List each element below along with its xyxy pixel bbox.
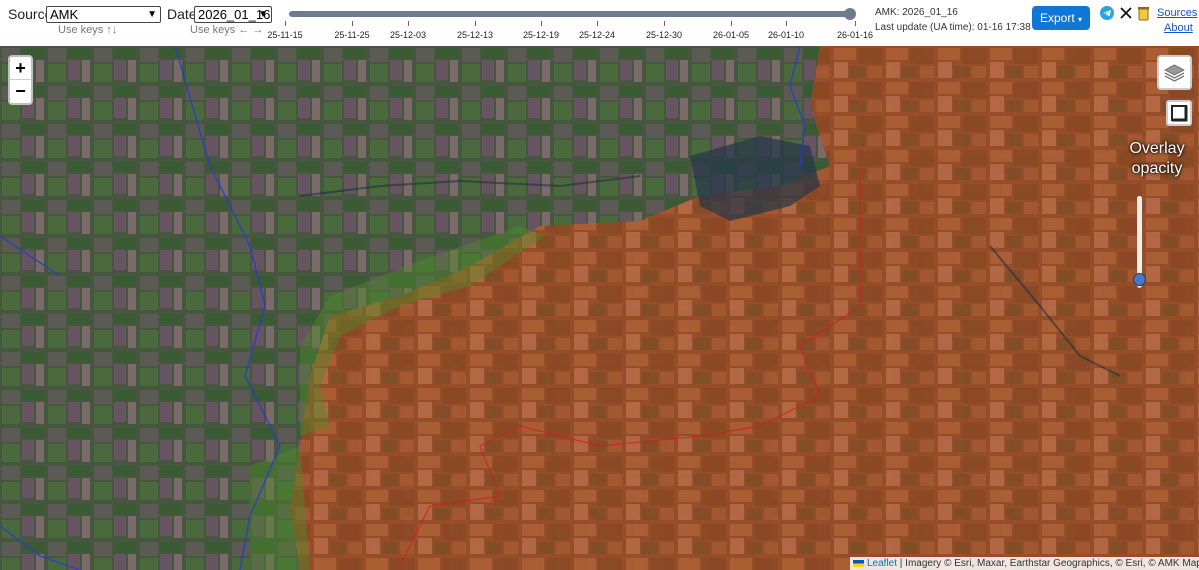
frame-toggle-button[interactable] [1166,100,1192,126]
timeline-tick [285,21,286,26]
overlay-opacity-handle[interactable] [1133,273,1146,286]
timeline-tick [352,21,353,26]
timeline-tick-label[interactable]: 25-11-25 [334,30,369,40]
telegram-icon[interactable] [1100,6,1114,20]
timeline-tick [408,21,409,26]
timeline-tick [541,21,542,26]
sources-link[interactable]: Sources [1157,7,1197,19]
map-imagery [0,46,1199,570]
timeline-tick-label[interactable]: 25-12-24 [579,30,615,40]
overlay-opacity-label: Overlay opacity [1129,140,1185,177]
source-info: AMK: 2026_01_16 [875,7,958,18]
chevron-down-icon: ▼ [147,9,157,20]
zoom-in-button[interactable]: + [10,57,31,80]
timeline-tick [731,21,732,26]
leaflet-link[interactable]: Leaflet [867,558,897,569]
timeline-tick-label[interactable]: 26-01-05 [713,30,749,40]
date-label: Date [167,6,197,22]
timeline-slider-track[interactable] [289,11,851,17]
export-button[interactable]: Export ▾ [1032,6,1090,30]
timeline-tick-label[interactable]: 25-11-15 [267,30,302,40]
ukraine-flag-icon [853,559,864,567]
zoom-out-button[interactable]: − [10,80,31,103]
update-info: Last update (UA time): 01-16 17:38 [875,22,1031,33]
timeline-tick [475,21,476,26]
frame-icon [1171,105,1188,122]
timeline-tick [597,21,598,26]
top-toolbar: Source AMK ▼ Use keys ↑↓ Date 2026_01_16… [0,0,1199,46]
about-link[interactable]: About [1164,22,1193,34]
timeline-tick [786,21,787,26]
map-attribution: Leaflet | Imagery © Esri, Maxar, Earthst… [850,557,1199,570]
timeline-tick-label[interactable]: 25-12-13 [457,30,493,40]
layers-button[interactable] [1157,55,1192,90]
timeline-tick-label[interactable]: 25-12-30 [646,30,682,40]
timeline-tick [664,21,665,26]
chevron-down-icon: ▼ [258,9,268,20]
timeline-tick-label[interactable]: 25-12-03 [390,30,426,40]
source-hint: Use keys ↑↓ [58,24,118,36]
timeline-tick-label[interactable]: 26-01-16 [837,30,873,40]
satellite-map[interactable] [0,46,1199,570]
zoom-control: + − [8,55,33,105]
cup-icon[interactable] [1137,5,1151,22]
timeline-tick-label[interactable]: 25-12-19 [523,30,559,40]
timeline-tick-label[interactable]: 26-01-10 [768,30,804,40]
date-hint: Use keys ← → [190,24,264,36]
caret-down-icon: ▾ [1078,15,1083,24]
source-select-value: AMK [50,7,79,22]
layers-icon [1164,64,1185,82]
date-select[interactable]: 2026_01_16 ▼ [194,6,272,23]
timeline-tick [855,21,856,26]
x-icon[interactable] [1119,6,1133,20]
source-select[interactable]: AMK ▼ [46,6,161,23]
export-label: Export [1039,11,1075,25]
attribution-text: | Imagery © Esri, Maxar, Earthstar Geogr… [897,558,1199,569]
overlay-opacity-fill [1137,196,1142,279]
timeline-slider-handle[interactable] [844,8,856,20]
